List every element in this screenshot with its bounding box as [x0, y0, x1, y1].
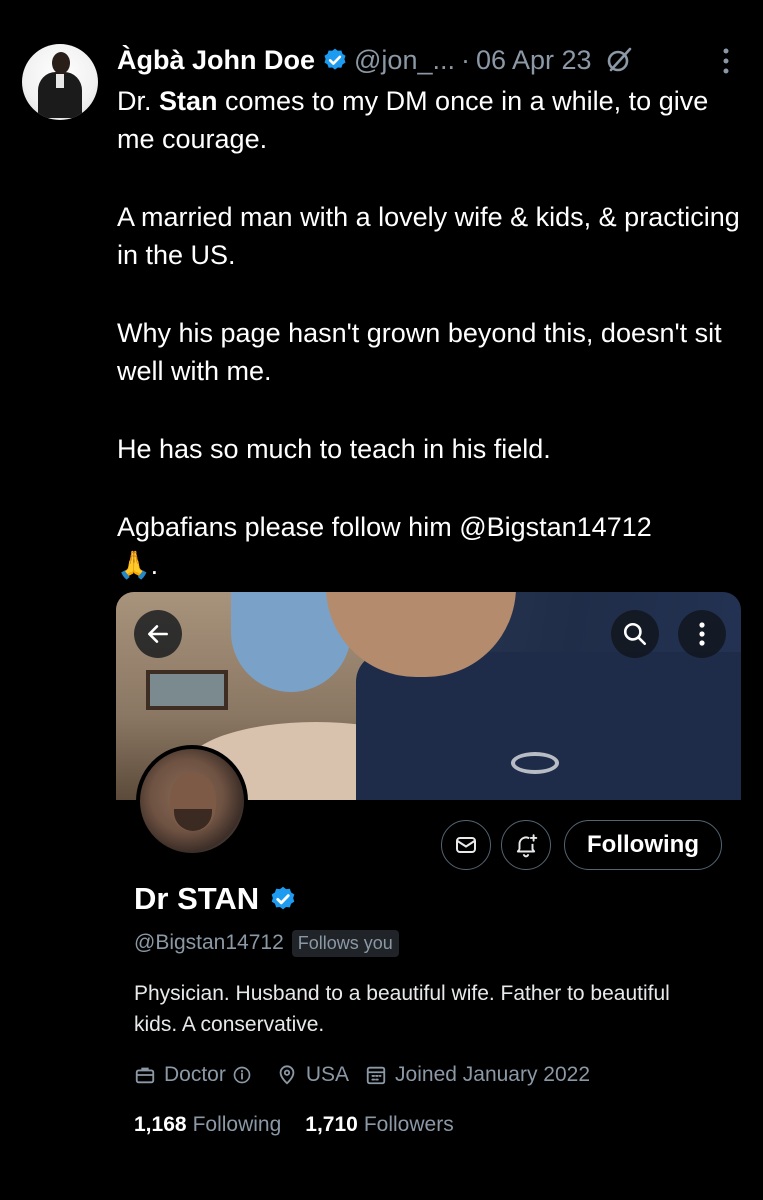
- profession-item: Doctor: [134, 1063, 260, 1087]
- profile-name-text: Dr STAN: [134, 881, 260, 916]
- profile-meta: Doctor USA Joined January 2022: [134, 1060, 606, 1090]
- message-button[interactable]: [441, 820, 491, 870]
- search-icon: [623, 622, 647, 646]
- follows-you-badge: Follows you: [291, 929, 399, 957]
- following-label[interactable]: Following: [193, 1113, 282, 1137]
- calendar-icon: [366, 1066, 386, 1085]
- tweet-date[interactable]: 06 Apr 23: [476, 45, 592, 76]
- location-pin-icon: [279, 1065, 295, 1085]
- followers-label[interactable]: Followers: [364, 1113, 454, 1137]
- verified-badge-icon: [324, 48, 346, 70]
- info-icon[interactable]: [232, 1065, 252, 1085]
- tweet-paragraph: He has so much to teach in his field.: [117, 434, 551, 464]
- profile-bio: Physician. Husband to a beautiful wife. …: [134, 982, 670, 1036]
- more-options-button[interactable]: [678, 610, 726, 658]
- profile-handle-row: @Bigstan14712 Follows you: [134, 928, 399, 958]
- verified-badge-icon: [271, 886, 295, 910]
- profile-handle: @Bigstan14712: [134, 931, 284, 954]
- profile-avatar[interactable]: [136, 745, 248, 857]
- briefcase-icon: [135, 1067, 155, 1084]
- location-text: USA: [305, 1063, 350, 1086]
- notify-bell-icon: [516, 834, 538, 858]
- message-icon: [456, 837, 476, 853]
- mention-stan[interactable]: Stan: [159, 86, 218, 116]
- grok-icon[interactable]: [604, 45, 634, 75]
- tweet-paragraph: Why his page hasn't grown beyond this, d…: [117, 318, 722, 386]
- more-vertical-icon: [699, 622, 705, 646]
- tweet-text: Dr. Stan comes to my DM once in a while,…: [117, 82, 747, 584]
- back-arrow-icon: [148, 625, 168, 643]
- tweet: Àgbà John Doe @jon_... · 06 Apr 23 Dr. S…: [0, 0, 763, 1200]
- separator-dot: ·: [460, 44, 470, 75]
- more-vertical-icon[interactable]: [718, 46, 734, 76]
- profile-stats: 1,168 Following 1,710 Followers: [134, 1110, 478, 1140]
- tweet-header: Àgbà John Doe @jon_... · 06 Apr 23: [117, 40, 634, 80]
- back-button[interactable]: [134, 610, 182, 658]
- author-avatar[interactable]: [22, 44, 98, 120]
- tweet-paragraph: Agbafians please follow him @Bigstan1471…: [117, 508, 747, 584]
- following-count[interactable]: 1,168: [134, 1113, 187, 1137]
- joined-text: Joined January 2022: [395, 1063, 591, 1086]
- text-fragment: Agbafians please follow him @Bigstan1471…: [117, 512, 652, 542]
- profile-screenshot-image[interactable]: Following Dr STAN @Bigstan14712 Follows …: [116, 592, 741, 1147]
- tweet-paragraph: A married man with a lovely wife & kids,…: [117, 202, 740, 270]
- followers-count[interactable]: 1,710: [305, 1113, 358, 1137]
- search-button[interactable]: [611, 610, 659, 658]
- joined-item: Joined January 2022: [365, 1063, 590, 1087]
- author-name[interactable]: Àgbà John Doe: [117, 45, 315, 76]
- profession-text: Doctor: [164, 1063, 226, 1086]
- location-item: USA: [276, 1063, 349, 1087]
- following-button[interactable]: Following: [564, 820, 722, 870]
- tweet-paragraph: Dr. Stan comes to my DM once in a while,…: [117, 82, 747, 158]
- profile-display-name: Dr STAN: [134, 878, 303, 920]
- author-handle[interactable]: @jon_...: [354, 45, 455, 76]
- pray-emoji: 🙏.: [117, 550, 159, 580]
- text-fragment: Dr.: [117, 86, 160, 116]
- notify-button[interactable]: [501, 820, 551, 870]
